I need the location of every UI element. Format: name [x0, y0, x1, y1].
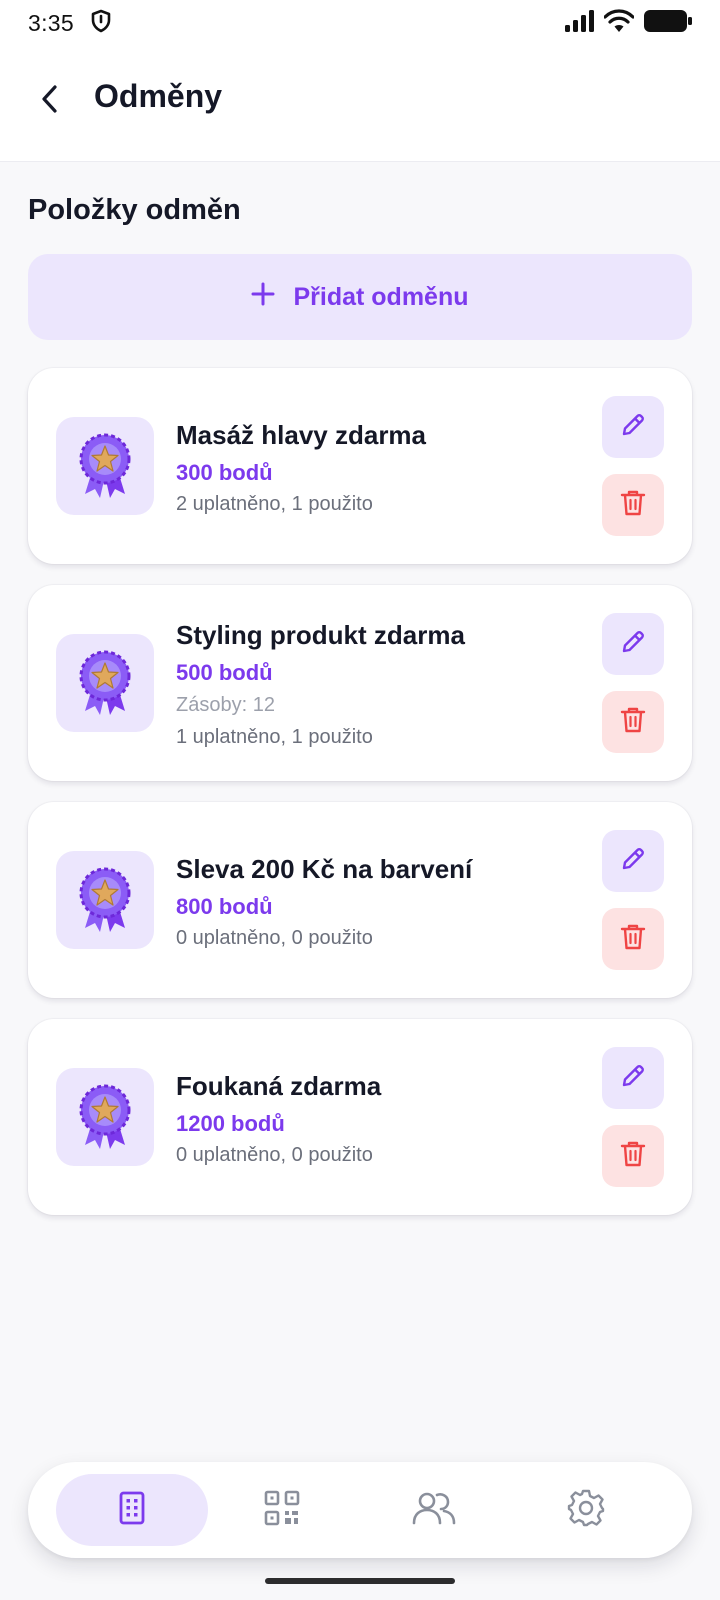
gear-icon [567, 1489, 605, 1532]
reward-name: Masáž hlavy zdarma [176, 420, 427, 450]
pencil-icon [619, 411, 647, 444]
reward-points: 500 bodů [176, 660, 273, 685]
reward-badge-icon [56, 1068, 154, 1166]
reward-badge-icon [56, 851, 154, 949]
reward-name: Sleva 200 Kč na barvení [176, 854, 473, 884]
reward-badge-icon [56, 417, 154, 515]
users-icon [412, 1491, 456, 1530]
add-reward-button[interactable]: Přidat odměnu [28, 254, 692, 340]
qr-code-icon [264, 1490, 300, 1531]
pencil-icon [619, 1062, 647, 1095]
home-indicator[interactable] [265, 1578, 455, 1584]
battery-icon [644, 9, 692, 38]
delete-button[interactable] [602, 1125, 664, 1187]
delete-button[interactable] [602, 908, 664, 970]
add-reward-label: Přidat odměnu [293, 282, 469, 311]
bottom-navigation [28, 1462, 692, 1558]
wifi-icon [603, 8, 635, 38]
reward-usage: 2 uplatněno, 1 použito [176, 493, 373, 515]
delete-button[interactable] [602, 691, 664, 753]
trash-icon [619, 1139, 647, 1174]
nav-item-business[interactable] [56, 1474, 208, 1546]
reward-points: 800 bodů [176, 894, 273, 919]
reward-usage: 0 uplatněno, 0 použito [176, 1144, 373, 1166]
reward-card[interactable]: Masáž hlavy zdarma 300 bodů 2 uplatněno,… [28, 368, 692, 564]
page-title: Odměny [94, 78, 223, 114]
trash-icon [619, 705, 647, 740]
signal-icon [564, 9, 594, 37]
reward-stock: Zásoby: 12 [176, 694, 275, 716]
status-time: 3:35 [28, 9, 74, 36]
reward-name: Styling produkt zdarma [176, 620, 465, 650]
section-title: Položky odměn [28, 194, 241, 226]
pencil-icon [619, 628, 647, 661]
trash-icon [619, 922, 647, 957]
edit-button[interactable] [602, 830, 664, 892]
delete-button[interactable] [602, 474, 664, 536]
shield-icon [90, 9, 112, 38]
chevron-left-icon [38, 84, 62, 119]
edit-button[interactable] [602, 1047, 664, 1109]
nav-item-settings[interactable] [510, 1474, 662, 1546]
back-button[interactable] [28, 79, 72, 123]
reward-card[interactable]: Foukaná zdarma 1200 bodů 0 uplatněno, 0 … [28, 1019, 692, 1215]
reward-badge-icon [56, 634, 154, 732]
reward-card[interactable]: Styling produkt zdarma 500 bodů Zásoby: … [28, 585, 692, 781]
trash-icon [619, 488, 647, 523]
reward-points: 300 bodů [176, 460, 273, 485]
reward-points: 1200 bodů [176, 1111, 285, 1136]
reward-usage: 0 uplatněno, 0 použito [176, 927, 373, 949]
edit-button[interactable] [602, 613, 664, 675]
plus-icon [251, 282, 275, 313]
pencil-icon [619, 845, 647, 878]
reward-card[interactable]: Sleva 200 Kč na barvení 800 bodů 0 uplat… [28, 802, 692, 998]
app-header: Odměny [0, 46, 720, 162]
nav-item-customers[interactable] [358, 1474, 510, 1546]
building-icon [118, 1490, 146, 1531]
reward-name: Foukaná zdarma [176, 1071, 382, 1101]
status-bar: 3:35 [0, 0, 720, 46]
edit-button[interactable] [602, 396, 664, 458]
nav-item-qr-scanner[interactable] [206, 1474, 358, 1546]
reward-usage: 1 uplatněno, 1 použito [176, 726, 373, 748]
